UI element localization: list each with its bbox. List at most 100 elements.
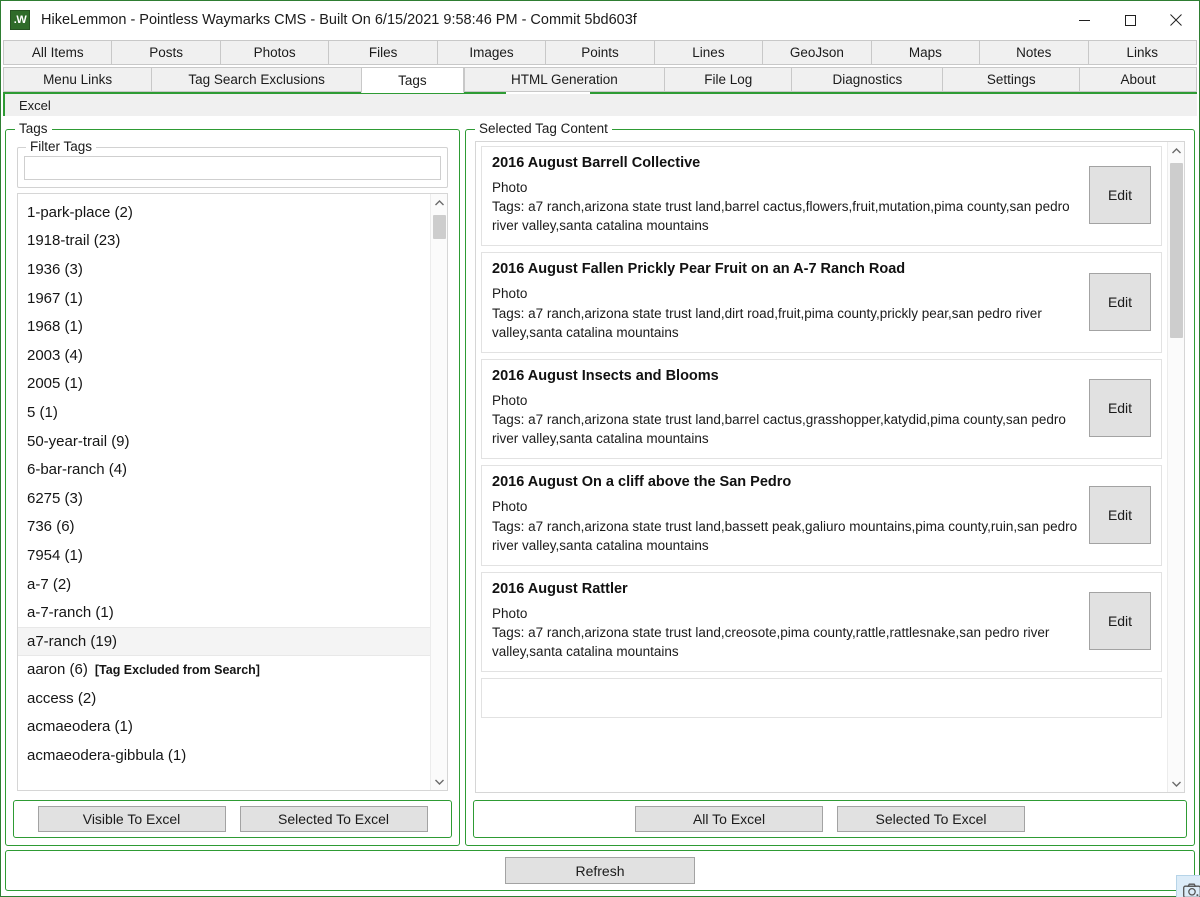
edit-button[interactable]: Edit bbox=[1089, 166, 1151, 225]
list-item[interactable]: 1936 (3) bbox=[18, 255, 430, 284]
minimize-button[interactable] bbox=[1061, 1, 1107, 39]
tab-label: Lines bbox=[692, 45, 725, 60]
content-card-tags: Tags: a7 ranch,arizona state trust land,… bbox=[492, 625, 1050, 660]
tag-label: 1967 (1) bbox=[27, 289, 83, 307]
tab-label: Files bbox=[368, 45, 398, 60]
app-icon: .W bbox=[10, 10, 30, 30]
content-card-tags: Tags: a7 ranch,arizona state trust land,… bbox=[492, 199, 1070, 234]
camera-icon[interactable] bbox=[1176, 875, 1200, 897]
content-card-type: Photo bbox=[492, 180, 528, 195]
list-item[interactable]: 7954 (1) bbox=[18, 541, 430, 570]
list-item[interactable]: 736 (6) bbox=[18, 513, 430, 542]
scroll-up-icon[interactable] bbox=[431, 194, 447, 211]
tag-label: a-7 (2) bbox=[27, 575, 72, 593]
content-card[interactable]: 2016 August Rattler Photo Tags: a7 ranch… bbox=[481, 571, 1162, 673]
list-item[interactable]: access (2) bbox=[18, 684, 430, 713]
tab-links[interactable]: Links bbox=[1087, 40, 1197, 65]
tab-label: HTML Generation bbox=[511, 72, 618, 87]
list-item[interactable]: 5 (1) bbox=[18, 398, 430, 427]
tag-label: 1-park-place (2) bbox=[27, 203, 133, 221]
list-item[interactable]: 2005 (1) bbox=[18, 370, 430, 399]
scroll-down-icon[interactable] bbox=[1168, 775, 1185, 792]
list-item[interactable]: 6275 (3) bbox=[18, 484, 430, 513]
list-item[interactable]: 1-park-place (2) bbox=[18, 198, 430, 227]
tags-listbox[interactable]: 1-park-place (2) 1918-trail (23) 1936 (3… bbox=[17, 193, 449, 791]
selected-tag-content-legend: Selected Tag Content bbox=[475, 121, 612, 136]
edit-button[interactable]: Edit bbox=[1089, 592, 1151, 651]
content-list-scrollbar[interactable] bbox=[1167, 142, 1184, 792]
tab-label: About bbox=[1120, 72, 1156, 87]
list-item[interactable]: 6-bar-ranch (4) bbox=[18, 455, 430, 484]
content-cards-scrollarea: 2016 August Barrell Collective Photo Tag… bbox=[476, 142, 1167, 792]
tab-label: Diagnostics bbox=[832, 72, 903, 87]
tab-all-items[interactable]: All Items bbox=[3, 40, 112, 65]
tab-label: GeoJson bbox=[789, 45, 844, 60]
content-card[interactable]: 2016 August Fallen Prickly Pear Fruit on… bbox=[481, 252, 1162, 353]
tags-column: Tags Filter Tags 1-park-place (2) 1918-t… bbox=[5, 119, 461, 846]
content-card[interactable]: 2016 August Barrell Collective Photo Tag… bbox=[481, 146, 1162, 247]
tab-row-secondary: Menu Links Tag Search Exclusions Tags HT… bbox=[3, 67, 1198, 93]
scrollbar-thumb[interactable] bbox=[432, 215, 446, 239]
list-item[interactable]: 2003 (4) bbox=[18, 341, 430, 370]
tab-lines[interactable]: Lines bbox=[653, 40, 763, 65]
edit-button[interactable]: Edit bbox=[1089, 272, 1151, 331]
selected-to-excel-button[interactable]: Selected To Excel bbox=[239, 806, 428, 832]
tab-notes[interactable]: Notes bbox=[979, 40, 1088, 65]
edit-button[interactable]: Edit bbox=[1089, 485, 1151, 544]
content-card-list[interactable]: 2016 August Barrell Collective Photo Tag… bbox=[475, 141, 1185, 793]
tab-geojson[interactable]: GeoJson bbox=[762, 40, 871, 65]
all-to-excel-button[interactable]: All To Excel bbox=[635, 806, 824, 832]
content-card-tags: Tags: a7 ranch,arizona state trust land,… bbox=[492, 305, 1042, 340]
tab-images[interactable]: Images bbox=[436, 40, 546, 65]
maximize-button[interactable] bbox=[1107, 1, 1153, 39]
menu-item-excel[interactable]: Excel bbox=[13, 96, 57, 115]
list-item[interactable]: 1967 (1) bbox=[18, 284, 430, 313]
tab-settings[interactable]: Settings bbox=[942, 67, 1080, 92]
content-card[interactable]: 2016 August On a cliff above the San Ped… bbox=[481, 465, 1162, 566]
content-card-main: 2016 August Fallen Prickly Pear Fruit on… bbox=[492, 261, 1089, 341]
scrollbar-track[interactable] bbox=[1168, 159, 1185, 775]
content-selected-to-excel-button[interactable]: Selected To Excel bbox=[837, 806, 1026, 832]
list-item[interactable]: 1968 (1) bbox=[18, 312, 430, 341]
list-item[interactable]: aaron (6) [Tag Excluded from Search] bbox=[18, 656, 430, 685]
tab-file-log[interactable]: File Log bbox=[664, 67, 792, 92]
tab-row-primary: All Items Posts Photos Files Images Poin… bbox=[3, 40, 1197, 65]
content-card-tags: Tags: a7 ranch,arizona state trust land,… bbox=[492, 518, 1078, 553]
tab-html-generation[interactable]: HTML Generation bbox=[463, 67, 665, 92]
content-card-title: 2016 August Insects and Blooms bbox=[492, 367, 719, 384]
filter-tags-input[interactable] bbox=[24, 156, 442, 180]
list-item[interactable]: a-7 (2) bbox=[18, 570, 430, 599]
scrollbar-track[interactable] bbox=[431, 211, 447, 773]
tab-tag-search-exclusions[interactable]: Tag Search Exclusions bbox=[151, 67, 362, 92]
scrollbar-thumb[interactable] bbox=[1169, 163, 1183, 338]
refresh-button[interactable]: Refresh bbox=[505, 857, 695, 884]
menu-bar: Excel bbox=[3, 94, 1197, 116]
content-card[interactable]: 2016 August Insects and Blooms Photo Tag… bbox=[481, 358, 1162, 460]
tab-files[interactable]: Files bbox=[328, 40, 437, 65]
selected-tag-content-group: Selected Tag Content 2016 August Barrell… bbox=[465, 121, 1195, 846]
tab-posts[interactable]: Posts bbox=[111, 40, 220, 65]
list-item[interactable]: acmaeodera (1) bbox=[18, 713, 430, 742]
list-item[interactable]: 1918-trail (23) bbox=[18, 227, 430, 256]
tab-photos[interactable]: Photos bbox=[219, 40, 329, 65]
edit-button[interactable]: Edit bbox=[1089, 379, 1151, 438]
close-button[interactable] bbox=[1153, 1, 1199, 39]
list-item[interactable]: 50-year-trail (9) bbox=[18, 427, 430, 456]
tag-label: aaron (6) bbox=[27, 661, 88, 679]
tab-about[interactable]: About bbox=[1079, 67, 1198, 92]
list-item[interactable]: acmaeodera-gibbula (1) bbox=[18, 741, 430, 770]
content-card-partial[interactable] bbox=[481, 678, 1162, 719]
scroll-up-icon[interactable] bbox=[1168, 142, 1185, 159]
tab-maps[interactable]: Maps bbox=[870, 40, 980, 65]
tab-label: Settings bbox=[986, 72, 1036, 87]
tab-label: Points bbox=[581, 45, 619, 60]
tab-menu-links[interactable]: Menu Links bbox=[3, 67, 152, 92]
tags-list-scrollbar[interactable] bbox=[430, 194, 448, 790]
tab-tags[interactable]: Tags bbox=[361, 67, 464, 93]
list-item[interactable]: a-7-ranch (1) bbox=[18, 598, 430, 627]
visible-to-excel-button[interactable]: Visible To Excel bbox=[37, 806, 226, 832]
tab-points[interactable]: Points bbox=[545, 40, 654, 65]
list-item-selected[interactable]: a7-ranch (19) bbox=[18, 626, 431, 656]
scroll-down-icon[interactable] bbox=[431, 773, 447, 790]
tab-diagnostics[interactable]: Diagnostics bbox=[791, 67, 943, 92]
